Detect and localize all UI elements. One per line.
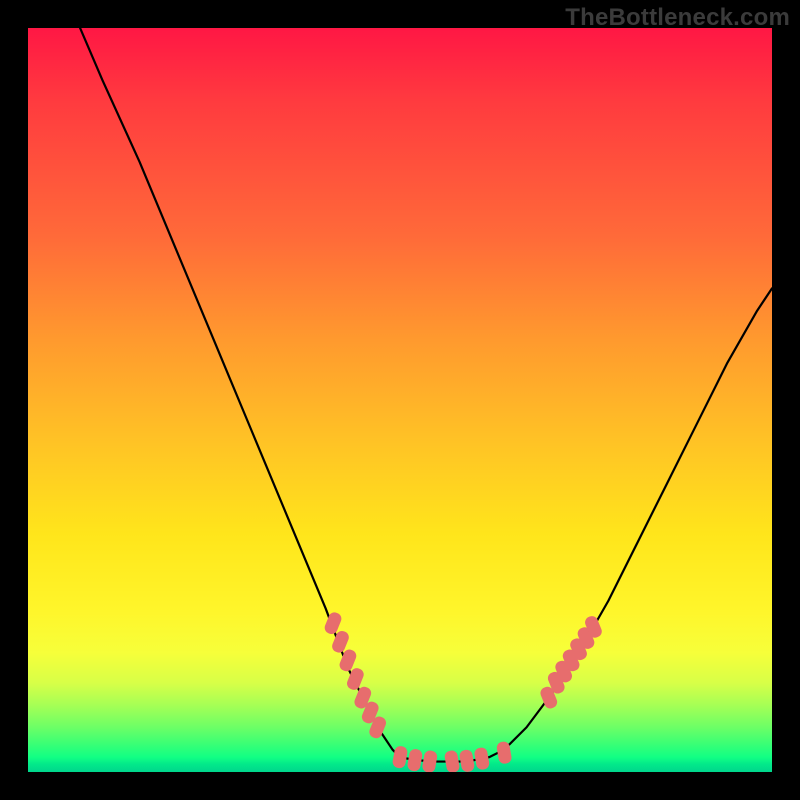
curve-left-curve (80, 28, 400, 757)
watermark-text: TheBottleneck.com (565, 4, 790, 32)
curve-group (80, 28, 772, 762)
marker-group (323, 611, 604, 772)
data-marker (421, 750, 438, 772)
data-marker (444, 750, 461, 772)
curve-right-curve (504, 288, 772, 749)
curve-svg (28, 28, 772, 772)
data-marker (459, 749, 476, 772)
data-marker (474, 747, 491, 771)
data-marker (392, 745, 409, 769)
plot-area (28, 28, 772, 772)
data-marker (407, 748, 424, 772)
chart-frame: TheBottleneck.com (0, 0, 800, 800)
